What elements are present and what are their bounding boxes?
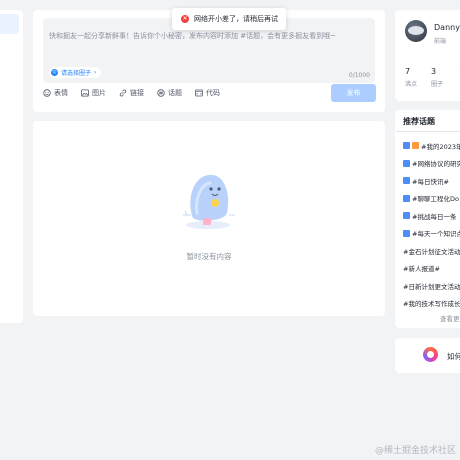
stat-pins[interactable]: 7 沸点 bbox=[405, 67, 417, 88]
promo-logo-icon bbox=[423, 347, 438, 362]
error-toast: ✕ 网络开小差了，请稍后再试 bbox=[172, 8, 286, 30]
link-button[interactable]: 链接 bbox=[119, 88, 144, 98]
view-more-link[interactable]: 查看更多 bbox=[440, 313, 460, 323]
stat-label: 圈子 bbox=[431, 81, 444, 88]
topic-item-label: #金石计划征文活动 bbox=[403, 247, 460, 256]
topic-item-label: #每天一个知识点 bbox=[412, 230, 460, 239]
select-circle-label: 请选择圈子 bbox=[61, 70, 92, 77]
left-nav-active-item[interactable] bbox=[0, 14, 19, 34]
image-icon bbox=[81, 89, 89, 97]
promo-card[interactable]: 如何 bbox=[395, 338, 460, 373]
link-icon bbox=[119, 89, 127, 97]
empty-state-illustration bbox=[183, 174, 235, 229]
topic-item[interactable]: #金石计划征文活动 bbox=[403, 242, 460, 260]
watermark: @稀土掘金技术社区 bbox=[374, 446, 456, 456]
topic-item[interactable]: #新人报道# bbox=[403, 260, 460, 278]
topic-badge-icon bbox=[403, 194, 410, 202]
promo-text: 如何 bbox=[447, 352, 460, 361]
topic-item-label: #新人报道# bbox=[403, 265, 440, 274]
profile-card: DannyS 前端 7 沸点 3 圈子 1 bbox=[395, 10, 460, 101]
image-button[interactable]: 图片 bbox=[81, 88, 106, 98]
topic-item-label: #挑战每日一条 bbox=[412, 212, 457, 221]
avatar[interactable] bbox=[405, 20, 427, 42]
emoji-button[interactable]: 表情 bbox=[43, 88, 68, 98]
topics-title: 推荐话题 bbox=[403, 117, 435, 126]
topic-item-label: #每日快讯# bbox=[412, 177, 449, 186]
code-button[interactable]: 代码 bbox=[195, 88, 220, 98]
image-label: 图片 bbox=[92, 89, 106, 97]
topic-badge-icon bbox=[403, 159, 410, 167]
circle-icon: ◎ bbox=[51, 69, 58, 76]
stat-value: 3 bbox=[431, 67, 437, 76]
topic-item[interactable]: #日新计划更文活动 bbox=[403, 277, 460, 295]
topic-item[interactable]: #每日快讯# bbox=[403, 172, 460, 190]
close-circle-icon: ✕ bbox=[181, 15, 189, 23]
topic-item-label: #聊聊工程化Do bbox=[412, 195, 459, 204]
hot-badge-icon bbox=[412, 142, 419, 150]
composer-toolbar: 表情 图片 链接 话题 代码 bbox=[43, 88, 220, 98]
topic-badge-icon bbox=[403, 229, 410, 237]
select-circle-button[interactable]: ◎ 请选择圈子 › bbox=[49, 67, 102, 78]
stat-circles[interactable]: 3 圈子 bbox=[431, 67, 443, 88]
topic-item[interactable]: #我的技术写作成长 bbox=[403, 295, 460, 313]
profile-role: 前端 bbox=[434, 38, 447, 45]
divider bbox=[395, 131, 460, 132]
publish-button[interactable]: 发布 bbox=[331, 84, 376, 102]
topic-item[interactable]: #网络协议的研究 bbox=[403, 155, 460, 173]
topic-item[interactable]: #每天一个知识点 bbox=[403, 225, 460, 243]
profile-username[interactable]: DannyS bbox=[434, 23, 460, 32]
topic-badge-icon bbox=[403, 212, 410, 220]
feed-panel: 暂时没有内容 bbox=[33, 121, 385, 316]
topic-item[interactable]: #我的2023年 bbox=[403, 137, 460, 155]
topic-item[interactable]: #挑战每日一条 bbox=[403, 207, 460, 225]
topics-list: #我的2023年 #网络协议的研究 #每日快讯# #聊聊工程化Do #挑战每日一… bbox=[403, 137, 460, 312]
chevron-right-icon: › bbox=[94, 69, 97, 76]
stat-value: 7 bbox=[405, 67, 411, 76]
recommended-topics: 推荐话题 #我的2023年 #网络协议的研究 #每日快讯# #聊聊工程化Do #… bbox=[395, 110, 460, 328]
topic-item-label: #日新计划更文活动 bbox=[403, 282, 460, 291]
stat-label: 沸点 bbox=[405, 81, 418, 88]
toast-message: 网络开小差了，请稍后再试 bbox=[194, 15, 278, 23]
char-counter: 0/1000 bbox=[348, 72, 370, 79]
topic-item[interactable]: #聊聊工程化Do bbox=[403, 190, 460, 208]
link-label: 链接 bbox=[130, 89, 144, 97]
topic-badge-icon bbox=[403, 177, 410, 185]
topic-label: 话题 bbox=[168, 89, 182, 97]
topic-item-label: #网络协议的研究 bbox=[412, 160, 460, 169]
topic-item-label: #我的技术写作成长 bbox=[403, 300, 460, 309]
composer-placeholder: 快和掘友一起分享新鲜事！告诉你个小秘密，发布内容时添加 #话题，会有更多掘友看到… bbox=[49, 32, 336, 40]
empty-state-text: 暂时没有内容 bbox=[186, 252, 232, 261]
emoji-icon bbox=[43, 89, 51, 97]
code-label: 代码 bbox=[206, 89, 220, 97]
left-nav bbox=[0, 10, 23, 323]
topic-icon bbox=[157, 89, 165, 97]
topic-badge-icon bbox=[403, 142, 410, 150]
topic-item-label: #我的2023年 bbox=[421, 142, 460, 151]
topic-button[interactable]: 话题 bbox=[157, 88, 182, 98]
emoji-label: 表情 bbox=[54, 89, 68, 97]
code-icon bbox=[195, 89, 203, 97]
